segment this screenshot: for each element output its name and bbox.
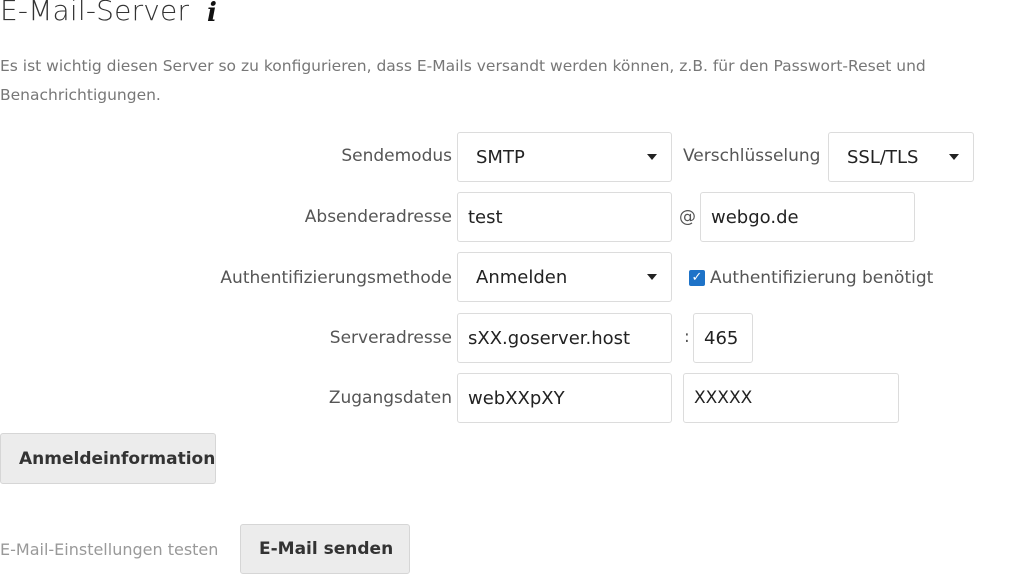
page-title: E-Mail-Server: [0, 0, 190, 27]
sender-address-label: Absenderadresse: [304, 207, 452, 227]
sender-local-part-value: test: [468, 206, 503, 228]
info-icon[interactable]: i: [207, 0, 217, 28]
sender-domain-value: webgo.de: [711, 206, 799, 228]
at-separator: @: [679, 207, 696, 227]
server-port-value: 465: [704, 327, 739, 349]
server-address-label: Serveradresse: [329, 328, 452, 348]
encryption-value: SSL/TLS: [847, 146, 919, 168]
auth-required-label: Authentifizierung benötigt: [710, 268, 934, 288]
auth-method-label: Authentifizierungsmethode: [220, 268, 452, 288]
chevron-down-icon: [647, 154, 657, 160]
send-email-label: E-Mail senden: [259, 539, 394, 559]
page-description: Es ist wichtig diesen Server so zu konfi…: [0, 57, 926, 104]
password-input[interactable]: XXXXX: [683, 373, 899, 423]
server-port-input[interactable]: 465: [693, 313, 753, 363]
username-value: webXXpXY: [468, 387, 565, 409]
server-host-input[interactable]: sXX.goserver.host: [457, 313, 672, 363]
store-credentials-label: Anmeldeinformationen speichern: [19, 448, 216, 469]
store-credentials-button[interactable]: Anmeldeinformationen speichern: [0, 433, 216, 484]
auth-required-checkbox[interactable]: ✓: [689, 270, 705, 286]
port-separator: :: [684, 327, 690, 347]
username-input[interactable]: webXXpXY: [457, 373, 672, 423]
chevron-down-icon: [949, 154, 959, 160]
test-settings-label: E-Mail-Einstellungen testen: [0, 540, 219, 559]
sender-local-part-input[interactable]: test: [457, 192, 672, 242]
auth-method-select[interactable]: Anmelden: [457, 252, 672, 302]
send-mode-value: SMTP: [476, 146, 525, 168]
send-email-button[interactable]: E-Mail senden: [240, 524, 410, 574]
send-mode-select[interactable]: SMTP: [457, 132, 672, 182]
encryption-select[interactable]: SSL/TLS: [828, 132, 974, 182]
auth-method-value: Anmelden: [476, 266, 568, 288]
chevron-down-icon: [647, 274, 657, 280]
send-mode-label: Sendemodus: [341, 146, 452, 166]
encryption-label: Verschlüsselung: [683, 146, 821, 166]
credentials-label: Zugangsdaten: [328, 388, 452, 408]
sender-domain-input[interactable]: webgo.de: [700, 192, 915, 242]
server-host-value: sXX.goserver.host: [468, 327, 631, 349]
password-value: XXXXX: [694, 388, 753, 408]
